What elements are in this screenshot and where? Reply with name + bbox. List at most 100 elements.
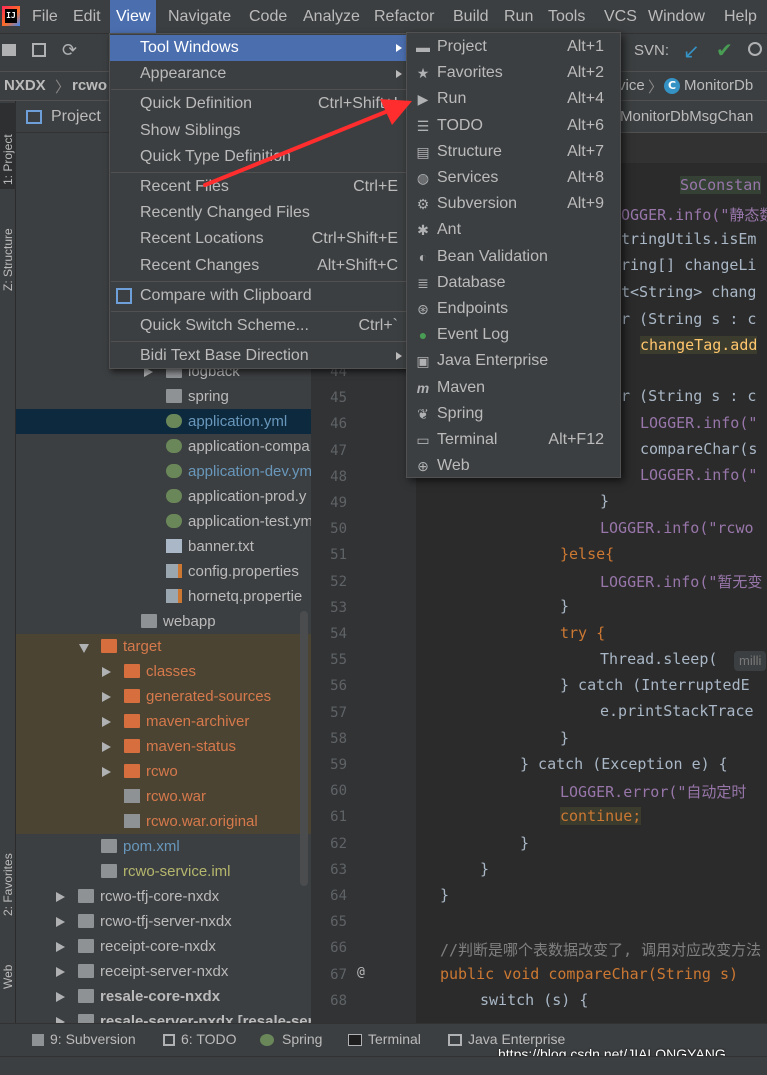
tree-row[interactable]: application-prod.y <box>16 484 311 509</box>
tool-window-item-subversion[interactable]: ⚙ Subversion Alt+9 <box>407 191 620 217</box>
module-folder-icon <box>78 914 94 928</box>
tree-row[interactable]: rcwo-service.iml <box>16 859 311 884</box>
subversion-tool-tab[interactable]: 9: Subversion <box>50 1031 136 1047</box>
menu-help[interactable]: Help <box>718 0 763 33</box>
tool-window-item-event-log[interactable]: ● Event Log <box>407 322 620 348</box>
menu-item-recent-locations[interactable]: Recent Locations Ctrl+Shift+E <box>110 226 408 252</box>
tree-row[interactable]: application-test.ym <box>16 509 311 534</box>
tool-window-item-run[interactable]: ▶ Run Alt+4 <box>407 86 620 112</box>
tree-row[interactable]: config.properties <box>16 559 311 584</box>
tree-item-label: pom.xml <box>123 838 180 855</box>
expand-right-icon[interactable] <box>56 917 65 927</box>
tree-row[interactable]: application-compa <box>16 434 311 459</box>
menu-tools[interactable]: Tools <box>542 0 591 33</box>
tree-row[interactable]: application-dev.ym <box>16 459 311 484</box>
tree-row[interactable]: receipt-core-nxdx <box>16 934 311 959</box>
tree-row[interactable]: rcwo <box>16 759 311 784</box>
menu-item-bidi-text-base-direction[interactable]: Bidi Text Base Direction <box>110 343 408 369</box>
java-enterprise-tool-tab[interactable]: Java Enterprise <box>468 1031 565 1047</box>
menu-item-recent-files[interactable]: Recent Files Ctrl+E <box>110 174 408 200</box>
expand-right-icon[interactable] <box>102 692 111 702</box>
expand-right-icon[interactable] <box>56 942 65 952</box>
history-icon[interactable] <box>748 42 762 56</box>
tree-row[interactable]: hornetq.propertie <box>16 584 311 609</box>
tool-window-item-database[interactable]: ≣ Database <box>407 270 620 296</box>
expand-right-icon[interactable] <box>56 892 65 902</box>
breadcrumb-class[interactable]: MonitorDb <box>684 77 753 94</box>
menu-item-recently-changed-files[interactable]: Recently Changed Files <box>110 200 408 226</box>
tree-row[interactable]: receipt-server-nxdx <box>16 959 311 984</box>
svn-update-icon[interactable]: ↙ <box>683 39 700 63</box>
tool-window-item-bean-validation[interactable]: ◐ Bean Validation <box>407 244 620 270</box>
menu-window[interactable]: Window <box>642 0 711 33</box>
menu-item-recent-changes[interactable]: Recent Changes Alt+Shift+C <box>110 253 408 279</box>
tree-row[interactable]: rcwo.war.original <box>16 809 311 834</box>
save-icon[interactable] <box>32 43 46 57</box>
sync-icon[interactable]: ⟳ <box>62 40 77 61</box>
tree-row[interactable]: application.yml <box>16 409 311 434</box>
todo-tool-tab[interactable]: 6: TODO <box>181 1031 237 1047</box>
menu-item-quick-switch-scheme[interactable]: Quick Switch Scheme... Ctrl+` <box>110 313 408 339</box>
tree-row[interactable]: generated-sources <box>16 684 311 709</box>
menu-item-quick-type-definition[interactable]: Quick Type Definition <box>110 144 408 170</box>
expand-right-icon[interactable] <box>102 767 111 777</box>
menu-navigate[interactable]: Navigate <box>162 0 237 33</box>
menu-item-quick-definition[interactable]: Quick Definition Ctrl+Shift+I <box>110 91 408 117</box>
svn-label: SVN: <box>634 42 670 59</box>
tool-window-item-project[interactable]: ▬ Project Alt+1 <box>407 34 620 60</box>
open-folder-icon[interactable] <box>2 44 16 56</box>
breadcrumb-module[interactable]: rcwo <box>72 77 107 94</box>
tree-row[interactable]: maven-archiver <box>16 709 311 734</box>
tree-row[interactable]: maven-status <box>16 734 311 759</box>
menu-build[interactable]: Build <box>447 0 495 33</box>
tool-window-item-favorites[interactable]: ★ Favorites Alt+2 <box>407 60 620 86</box>
expand-right-icon[interactable] <box>102 717 111 727</box>
tree-row[interactable]: target <box>16 634 311 659</box>
expand-right-icon[interactable] <box>56 967 65 977</box>
tree-scrollbar[interactable] <box>300 611 308 886</box>
tree-row[interactable]: classes <box>16 659 311 684</box>
tree-row[interactable]: rcwo.war <box>16 784 311 809</box>
menu-item-show-siblings[interactable]: Show Siblings <box>110 118 408 144</box>
tree-row[interactable]: rcwo-tfj-core-nxdx <box>16 884 311 909</box>
menu-file[interactable]: File <box>26 0 64 33</box>
menu-edit[interactable]: Edit <box>67 0 107 33</box>
tool-window-item-java-enterprise[interactable]: ▣ Java Enterprise <box>407 348 620 374</box>
tool-window-item-services[interactable]: ◍ Services Alt+8 <box>407 165 620 191</box>
tool-window-item-terminal[interactable]: ▭ Terminal Alt+F12 <box>407 427 620 453</box>
tool-window-item-ant[interactable]: ✱ Ant <box>407 217 620 243</box>
menu-analyze[interactable]: Analyze <box>297 0 366 33</box>
terminal-tool-tab[interactable]: Terminal <box>368 1031 421 1047</box>
tool-window-item-todo[interactable]: ☰ TODO Alt+6 <box>407 113 620 139</box>
tree-row[interactable]: rcwo-tfj-server-nxdx <box>16 909 311 934</box>
breadcrumb-service[interactable]: vice <box>618 77 645 94</box>
override-gutter-icon[interactable]: @ <box>357 965 365 980</box>
spring-tool-tab[interactable]: Spring <box>282 1031 322 1047</box>
menu-item-appearance[interactable]: Appearance <box>110 61 408 87</box>
tree-row[interactable]: banner.txt <box>16 534 311 559</box>
expand-down-icon[interactable] <box>79 644 89 653</box>
menu-refactor[interactable]: Refactor <box>368 0 440 33</box>
expand-right-icon[interactable] <box>56 992 65 1002</box>
tool-window-item-structure[interactable]: ▤ Structure Alt+7 <box>407 139 620 165</box>
menu-view[interactable]: View <box>110 0 157 33</box>
tool-window-item-spring[interactable]: ❦ Spring <box>407 401 620 427</box>
tree-row[interactable]: pom.xml <box>16 834 311 859</box>
tool-window-item-maven[interactable]: m Maven <box>407 375 620 401</box>
tree-row[interactable]: spring <box>16 384 311 409</box>
menu-vcs[interactable]: VCS <box>598 0 643 33</box>
tree-item-label: receipt-core-nxdx <box>100 938 216 955</box>
expand-right-icon[interactable] <box>102 667 111 677</box>
tool-window-item-endpoints[interactable]: ⊛ Endpoints <box>407 296 620 322</box>
tool-window-item-web[interactable]: ⊕ Web <box>407 453 620 479</box>
tree-row[interactable]: resale-core-nxdx <box>16 984 311 1009</box>
tree-row[interactable]: resale-server-nxdx [resale-serv <box>16 1009 311 1023</box>
svn-commit-icon[interactable]: ✔ <box>716 38 733 62</box>
menu-code[interactable]: Code <box>243 0 293 33</box>
menu-item-tool-windows[interactable]: Tool Windows <box>110 35 408 61</box>
menu-run[interactable]: Run <box>498 0 539 33</box>
tree-row[interactable]: webapp <box>16 609 311 634</box>
menu-item-compare-with-clipboard[interactable]: Compare with Clipboard <box>110 283 408 309</box>
expand-right-icon[interactable] <box>102 742 111 752</box>
breadcrumb-project[interactable]: NXDX <box>4 77 46 94</box>
